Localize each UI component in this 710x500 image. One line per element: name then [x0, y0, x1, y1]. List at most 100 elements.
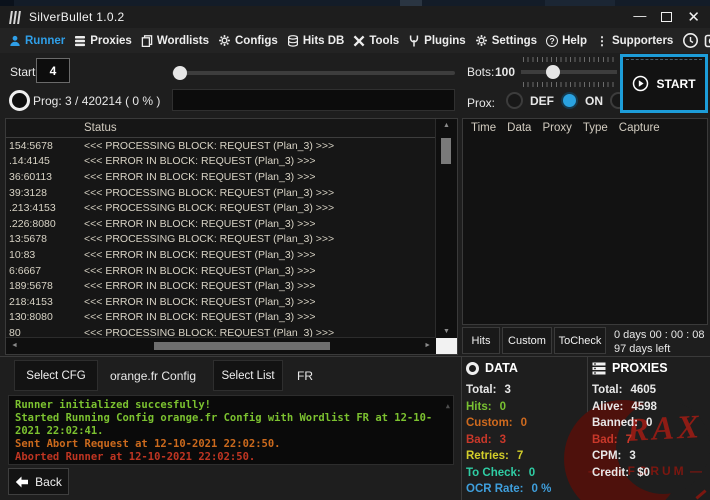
proxies-panel-title: PROXIES [612, 361, 668, 375]
log-row-source: 130:8080 [9, 311, 53, 324]
maximize-icon[interactable] [661, 12, 673, 22]
log-row[interactable]: .213:4153 <<< PROCESSING BLOCK: REQUEST (… [6, 200, 436, 216]
prox-label: Prox: [467, 96, 496, 110]
log-row-status: <<< ERROR IN BLOCK: REQUEST (Plan_3) >>> [84, 170, 316, 183]
log-row[interactable]: 13:5678 <<< PROCESSING BLOCK: REQUEST (Pl… [6, 232, 436, 248]
console-scroll-up-icon[interactable]: ▲ [446, 400, 450, 413]
progress-bar [172, 89, 455, 111]
log-row-status: <<< ERROR IN BLOCK: REQUEST (Plan_3) >>> [84, 248, 316, 261]
stat-row: Alive: 4598 [592, 399, 706, 416]
minimize-icon[interactable]: — [633, 9, 646, 22]
log-row-source: 154:5678 [9, 139, 53, 152]
hscroll-thumb[interactable] [154, 342, 330, 350]
start-label: Start: [10, 65, 39, 79]
nav-item-runner[interactable]: Runner [9, 35, 65, 47]
scroll-down-icon[interactable]: ▼ [436, 328, 457, 335]
stat-value: 7 [625, 433, 632, 446]
log-row[interactable]: 10:83 <<< ERROR IN BLOCK: REQUEST (Plan_3… [6, 247, 436, 263]
elapsed-time: 0 days 00 : 00 : 08 [614, 329, 705, 341]
log-row-source: .213:4153 [9, 202, 56, 215]
log-row-source: 13:5678 [9, 233, 47, 246]
stat-value: 3 [504, 384, 511, 397]
stat-row: Credit: $0 [592, 465, 706, 482]
start-slider[interactable] [172, 66, 455, 80]
progress-radio[interactable] [9, 90, 30, 111]
wordlists-icon [141, 34, 153, 47]
vertical-scrollbar[interactable]: ▲ ▼ [435, 119, 457, 338]
plugin-icon [410, 35, 419, 46]
log-row[interactable]: .226:8080 <<< ERROR IN BLOCK: REQUEST (Pl… [6, 216, 436, 232]
stat-value: 0 [520, 417, 528, 430]
tab-hits[interactable]: Hits [462, 327, 500, 354]
runner-console[interactable]: ▲ Runner initialized succesfully! Started… [8, 395, 454, 465]
log-row[interactable]: 6:6667 <<< ERROR IN BLOCK: REQUEST (Plan_… [6, 263, 436, 279]
back-button[interactable]: Back [8, 468, 69, 495]
select-list-button[interactable]: Select List [213, 360, 283, 391]
nav-item-tools[interactable]: Tools [353, 35, 399, 47]
log-row[interactable]: 218:4153 <<< ERROR IN BLOCK: REQUEST (Pla… [6, 294, 436, 310]
nav-item-plugins[interactable]: Plugins [408, 35, 466, 47]
log-header: Status [6, 119, 457, 138]
log-row[interactable]: 154:5678 <<< PROCESSING BLOCK: REQUEST (P… [6, 138, 436, 154]
back-arrow-icon [15, 476, 29, 487]
nav-item-help[interactable]: Help [546, 34, 587, 47]
bots-slider[interactable] [521, 57, 617, 87]
log-row-status: <<< ERROR IN BLOCK: REQUEST (Plan_3) >>> [84, 217, 316, 230]
stat-label: Custom: [466, 417, 513, 430]
camera-icon[interactable] [704, 32, 710, 49]
stat-value: 0 [646, 417, 653, 430]
stat-value: 4598 [631, 400, 657, 413]
history-icon[interactable] [682, 32, 699, 49]
log-row-source: 39:3128 [9, 186, 47, 199]
vscroll-thumb[interactable] [441, 138, 451, 164]
nav-item-hitsdb[interactable]: Hits DB [287, 34, 344, 47]
scroll-left-icon[interactable]: ◄ [11, 342, 18, 349]
stat-label: Total: [466, 384, 497, 397]
log-row-status: <<< PROCESSING BLOCK: REQUEST (Plan_3) >… [84, 139, 335, 152]
dots-icon: ⋮ [595, 33, 608, 48]
stat-row: Total: 3 [466, 382, 582, 399]
stat-label: Bad: [592, 433, 618, 446]
bots-slider-thumb[interactable] [545, 65, 560, 79]
stat-row: Retries: 7 [466, 448, 582, 465]
window-title: SilverBullet 1.0.2 [29, 10, 125, 24]
log-row[interactable]: 39:3128 <<< PROCESSING BLOCK: REQUEST (Pl… [6, 185, 436, 201]
start-slider-thumb[interactable] [173, 66, 187, 80]
bots-label: Bots: [467, 65, 495, 79]
stat-label: Total: [592, 384, 623, 397]
close-icon[interactable]: ✕ [687, 10, 700, 25]
stat-label: Credit: [592, 466, 630, 479]
play-icon [633, 75, 649, 92]
nav-item-configs[interactable]: Configs [218, 34, 278, 47]
horizontal-scrollbar[interactable]: ◄ ► [6, 337, 436, 354]
start-input[interactable] [36, 58, 70, 83]
log-row[interactable]: .14:4145 <<< ERROR IN BLOCK: REQUEST (Pla… [6, 154, 436, 170]
log-row[interactable]: 130:8080 <<< ERROR IN BLOCK: REQUEST (Pla… [6, 310, 436, 326]
nav-item-supporters[interactable]: ⋮ Supporters [596, 34, 673, 48]
nav-item-proxies[interactable]: Proxies [74, 35, 132, 47]
console-line: Aborted Runner at 12-10-2021 22:02:50. [15, 451, 256, 463]
start-button[interactable]: START [620, 54, 708, 113]
proxies-stats-panel: PROXIES Total: 4605 Alive: 4598 Banned: 0 Bad:… [592, 361, 706, 481]
scroll-up-icon[interactable]: ▲ [436, 122, 457, 129]
log-row[interactable]: 189:5678 <<< ERROR IN BLOCK: REQUEST (Pla… [6, 278, 436, 294]
nav-item-wordlists[interactable]: Wordlists [141, 35, 209, 47]
log-row[interactable]: 36:60113 <<< ERROR IN BLOCK: REQUEST (Pla… [6, 169, 436, 185]
stat-value: 0 [499, 400, 506, 413]
select-cfg-button[interactable]: Select CFG [14, 360, 98, 391]
app-logo-icon [9, 10, 21, 24]
nav-item-settings[interactable]: Settings [475, 34, 537, 47]
stat-row: Total: 4605 [592, 382, 706, 399]
tab-tocheck[interactable]: ToCheck [554, 327, 606, 354]
proxies-icon [75, 35, 86, 46]
prox-def-radio[interactable] [506, 92, 523, 109]
prox-on-radio[interactable] [561, 92, 578, 109]
database-icon [287, 34, 298, 47]
stat-row: Bad: 7 [592, 432, 706, 449]
status-column-header: Status [84, 122, 117, 134]
tab-custom[interactable]: Custom [502, 327, 552, 354]
stat-label: Retries: [466, 450, 509, 463]
selected-config-name: orange.fr Config [110, 369, 197, 383]
log-row-status: <<< ERROR IN BLOCK: REQUEST (Plan_3) >>> [84, 311, 316, 324]
scroll-right-icon[interactable]: ► [424, 342, 431, 349]
